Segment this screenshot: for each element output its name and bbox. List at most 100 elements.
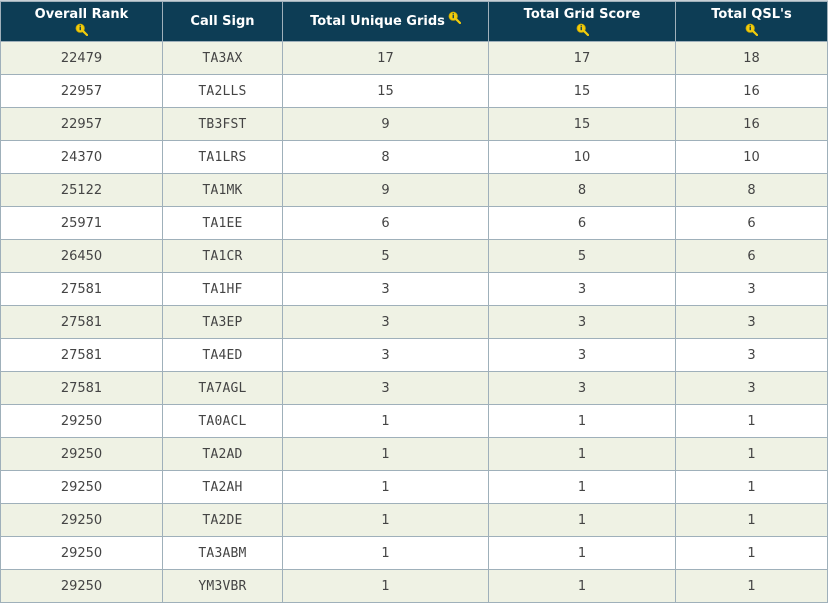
overall-rank-cell: 27581 bbox=[0, 305, 163, 339]
call-sign-cell: TA2DE bbox=[162, 503, 283, 537]
grid-score-cell: 3 bbox=[488, 305, 676, 339]
grid-score-cell: 15 bbox=[488, 74, 676, 108]
table-row: 29250 TA2DE 1 1 1 bbox=[0, 503, 828, 537]
qsl-count-cell: 1 bbox=[675, 404, 828, 438]
call-sign-cell: TA2AD bbox=[162, 437, 283, 471]
overall-rank-cell: 27581 bbox=[0, 272, 163, 306]
table-row: 22957 TA2LLS 15 15 16 bbox=[0, 74, 828, 108]
grid-score-cell: 3 bbox=[488, 338, 676, 372]
qsl-count-cell: 10 bbox=[675, 140, 828, 174]
overall-rank-cell: 22479 bbox=[0, 41, 163, 75]
table-row: 27581 TA3EP 3 3 3 bbox=[0, 305, 828, 339]
overall-rank-cell: 22957 bbox=[0, 74, 163, 108]
grid-score-cell: 1 bbox=[488, 503, 676, 537]
call-sign-cell: TA1HF bbox=[162, 272, 283, 306]
unique-grids-cell: 9 bbox=[282, 173, 489, 207]
grid-score-cell: 3 bbox=[488, 371, 676, 405]
call-sign-cell: TA2LLS bbox=[162, 74, 283, 108]
grid-score-cell: 5 bbox=[488, 239, 676, 273]
qsl-count-cell: 1 bbox=[675, 503, 828, 537]
table-row: 29250 TA2AD 1 1 1 bbox=[0, 437, 828, 471]
qsl-count-cell: 3 bbox=[675, 272, 828, 306]
unique-grids-cell: 3 bbox=[282, 338, 489, 372]
overall-rank-cell: 27581 bbox=[0, 338, 163, 372]
call-sign-cell: TB3FST bbox=[162, 107, 283, 141]
call-sign-cell: TA1EE bbox=[162, 206, 283, 240]
unique-grids-cell: 3 bbox=[282, 272, 489, 306]
overall-rank-cell: 25971 bbox=[0, 206, 163, 240]
unique-grids-cell: 1 bbox=[282, 437, 489, 471]
table-row: 29250 YM3VBR 1 1 1 bbox=[0, 569, 828, 603]
unique-grids-cell: 8 bbox=[282, 140, 489, 174]
grid-score-cell: 15 bbox=[488, 107, 676, 141]
qsl-count-cell: 16 bbox=[675, 107, 828, 141]
table-row: 26450 TA1CR 5 5 6 bbox=[0, 239, 828, 273]
table-row: 25122 TA1MK 9 8 8 bbox=[0, 173, 828, 207]
table-row: 29250 TA0ACL 1 1 1 bbox=[0, 404, 828, 438]
table-row: 25971 TA1EE 6 6 6 bbox=[0, 206, 828, 240]
qsl-count-cell: 16 bbox=[675, 74, 828, 108]
overall-rank-cell: 25122 bbox=[0, 173, 163, 207]
col-header-total-unique-grids[interactable]: Total Unique Grids bbox=[282, 1, 489, 42]
overall-rank-cell: 29250 bbox=[0, 437, 163, 471]
overall-rank-cell: 22957 bbox=[0, 107, 163, 141]
grid-score-cell: 1 bbox=[488, 437, 676, 471]
call-sign-cell: TA3ABM bbox=[162, 536, 283, 570]
table-row: 27581 TA7AGL 3 3 3 bbox=[0, 371, 828, 405]
table-row: 22957 TB3FST 9 15 16 bbox=[0, 107, 828, 141]
unique-grids-cell: 17 bbox=[282, 41, 489, 75]
qsl-count-cell: 3 bbox=[675, 305, 828, 339]
call-sign-cell: YM3VBR bbox=[162, 569, 283, 603]
table-row: 22479 TA3AX 17 17 18 bbox=[0, 41, 828, 75]
qsl-count-cell: 18 bbox=[675, 41, 828, 75]
grid-score-cell: 3 bbox=[488, 272, 676, 306]
qsl-count-cell: 1 bbox=[675, 470, 828, 504]
grid-score-cell: 8 bbox=[488, 173, 676, 207]
magnifier-info-icon[interactable] bbox=[576, 23, 589, 36]
call-sign-cell: TA3AX bbox=[162, 41, 283, 75]
qsl-count-cell: 1 bbox=[675, 536, 828, 570]
magnifier-info-icon[interactable] bbox=[448, 11, 461, 24]
unique-grids-cell: 3 bbox=[282, 305, 489, 339]
col-header-label: Total Unique Grids bbox=[310, 14, 445, 29]
col-header-label: Call Sign bbox=[190, 14, 255, 29]
col-header-total-grid-score[interactable]: Total Grid Score bbox=[488, 1, 676, 42]
table-row: 27581 TA1HF 3 3 3 bbox=[0, 272, 828, 306]
col-header-label: Total QSL's bbox=[711, 7, 792, 22]
table-row: 29250 TA2AH 1 1 1 bbox=[0, 470, 828, 504]
unique-grids-cell: 6 bbox=[282, 206, 489, 240]
unique-grids-cell: 9 bbox=[282, 107, 489, 141]
rankings-table: Overall Rank Call Sign Total Unique Grid… bbox=[0, 1, 828, 603]
call-sign-cell: TA1LRS bbox=[162, 140, 283, 174]
overall-rank-cell: 29250 bbox=[0, 536, 163, 570]
unique-grids-cell: 15 bbox=[282, 74, 489, 108]
call-sign-cell: TA2AH bbox=[162, 470, 283, 504]
grid-score-cell: 1 bbox=[488, 470, 676, 504]
col-header-total-qsls[interactable]: Total QSL's bbox=[675, 1, 828, 42]
grid-score-cell: 1 bbox=[488, 404, 676, 438]
grid-score-cell: 6 bbox=[488, 206, 676, 240]
unique-grids-cell: 1 bbox=[282, 536, 489, 570]
col-header-label: Overall Rank bbox=[34, 7, 129, 22]
qsl-count-cell: 6 bbox=[675, 239, 828, 273]
qsl-count-cell: 6 bbox=[675, 206, 828, 240]
qsl-count-cell: 3 bbox=[675, 338, 828, 372]
qsl-count-cell: 1 bbox=[675, 569, 828, 603]
qsl-count-cell: 3 bbox=[675, 371, 828, 405]
call-sign-cell: TA0ACL bbox=[162, 404, 283, 438]
col-header-call-sign[interactable]: Call Sign bbox=[162, 1, 283, 42]
call-sign-cell: TA7AGL bbox=[162, 371, 283, 405]
unique-grids-cell: 1 bbox=[282, 404, 489, 438]
col-header-overall-rank[interactable]: Overall Rank bbox=[0, 1, 163, 42]
overall-rank-cell: 29250 bbox=[0, 569, 163, 603]
overall-rank-cell: 26450 bbox=[0, 239, 163, 273]
qsl-count-cell: 1 bbox=[675, 437, 828, 471]
magnifier-info-icon[interactable] bbox=[745, 23, 758, 36]
unique-grids-cell: 1 bbox=[282, 470, 489, 504]
table-header-row: Overall Rank Call Sign Total Unique Grid… bbox=[0, 1, 828, 42]
overall-rank-cell: 29250 bbox=[0, 404, 163, 438]
col-header-label: Total Grid Score bbox=[523, 7, 641, 22]
magnifier-info-icon[interactable] bbox=[75, 23, 88, 36]
unique-grids-cell: 3 bbox=[282, 371, 489, 405]
qsl-count-cell: 8 bbox=[675, 173, 828, 207]
